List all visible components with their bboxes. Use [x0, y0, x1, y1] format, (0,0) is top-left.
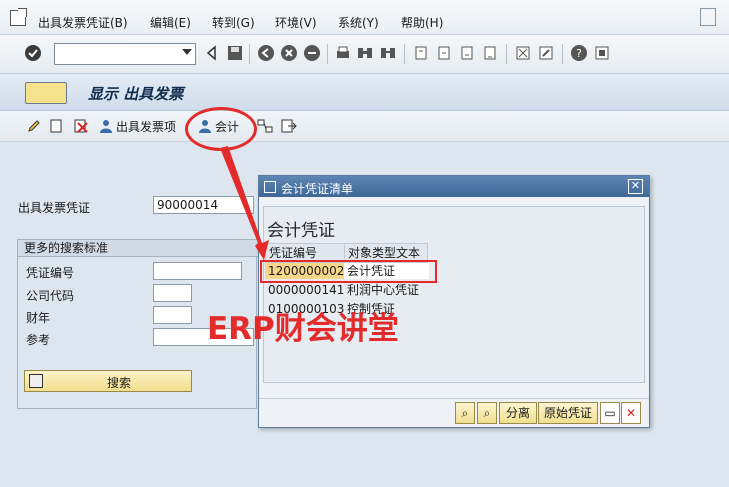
watermark-text: ERP财会讲堂: [207, 311, 399, 347]
annotation-arrow: [220, 146, 269, 260]
